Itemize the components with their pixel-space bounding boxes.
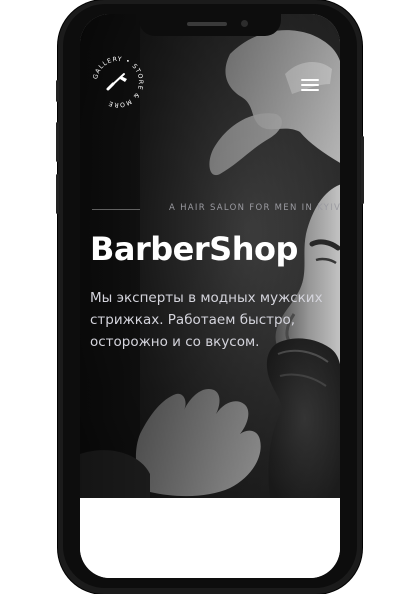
tagline-row: A HAIR SALON FOR MEN IN KYIV [92, 203, 340, 215]
hero-subtitle: Мы эксперты в модных мужских стрижках. Р… [90, 287, 330, 353]
svg-text:GALLERY • STORE & MORE: GALLERY • STORE & MORE [92, 56, 144, 108]
hero-subtitle-line: Мы эксперты в модных мужских [90, 290, 323, 306]
mockup-stage: GALLERY • STORE & MORE A HAIR SALON FOR … [0, 0, 420, 594]
phone-screen: GALLERY • STORE & MORE A HAIR SALON FOR … [80, 14, 340, 578]
razor-icon [106, 73, 127, 91]
phone-volume-down [56, 174, 59, 214]
hero-subtitle-line: стрижках. Работаем быстро, [90, 312, 296, 328]
logo-ring-text: GALLERY • STORE & MORE [92, 56, 143, 108]
hero-subtitle-line: осторожно и со вкусом. [90, 334, 260, 350]
below-hero-area [80, 498, 340, 578]
front-camera [241, 20, 248, 27]
hero-title: BarberShop [90, 230, 298, 268]
speaker-grille [187, 22, 227, 26]
phone-mute-switch [56, 80, 59, 102]
phone-volume-up [56, 122, 59, 162]
hero-tagline: A HAIR SALON FOR MEN IN KYIV [169, 203, 340, 213]
phone-notch [139, 14, 281, 36]
tagline-divider [92, 209, 140, 210]
brand-logo[interactable]: GALLERY • STORE & MORE [90, 54, 146, 110]
hamburger-menu-icon[interactable] [298, 76, 322, 94]
phone-power-button [361, 136, 364, 204]
